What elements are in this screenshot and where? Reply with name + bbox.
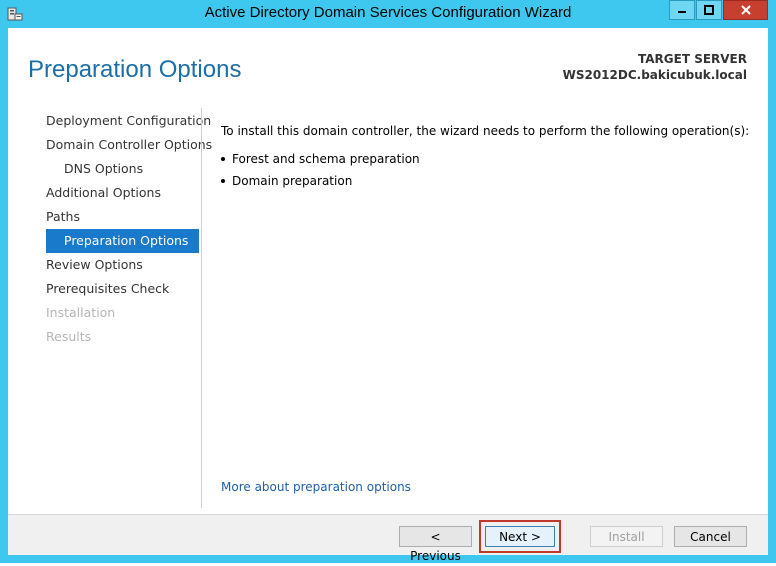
minimize-icon bbox=[678, 11, 686, 13]
nav-item-preparation-options[interactable]: Preparation Options bbox=[46, 229, 199, 253]
wizard-footer: < Previous Next > Install Cancel bbox=[8, 514, 768, 563]
target-server-label: TARGET SERVER bbox=[638, 52, 747, 66]
nav-item-paths[interactable]: Paths bbox=[46, 205, 199, 229]
nav-item-deployment-configuration[interactable]: Deployment Configuration bbox=[46, 109, 211, 133]
minimize-button[interactable] bbox=[669, 0, 695, 20]
next-button[interactable]: Next > bbox=[485, 526, 555, 547]
content-pane: To install this domain controller, the w… bbox=[221, 124, 751, 192]
operations-list: Forest and schema preparation Domain pre… bbox=[221, 148, 751, 192]
close-icon bbox=[740, 5, 751, 15]
previous-button[interactable]: < Previous bbox=[399, 526, 472, 563]
close-button[interactable] bbox=[723, 0, 768, 20]
cancel-button[interactable]: Cancel bbox=[674, 526, 747, 547]
nav-item-results: Results bbox=[46, 329, 92, 344]
target-server-name: WS2012DC.bakicubuk.local bbox=[562, 68, 747, 82]
nav-item-dns-options[interactable]: DNS Options bbox=[46, 157, 199, 181]
install-button: Install bbox=[590, 526, 663, 547]
nav-item-installation: Installation bbox=[46, 305, 116, 320]
wizard-window: Active Directory Domain Services Configu… bbox=[0, 0, 776, 563]
list-item: Forest and schema preparation bbox=[221, 148, 751, 170]
maximize-icon bbox=[704, 5, 714, 15]
nav-item-review-options[interactable]: Review Options bbox=[46, 253, 199, 277]
more-about-preparation-link[interactable]: More about preparation options bbox=[221, 480, 411, 494]
nav-item-additional-options[interactable]: Additional Options bbox=[46, 181, 199, 205]
maximize-button[interactable] bbox=[696, 0, 722, 20]
list-item: Domain preparation bbox=[221, 170, 751, 192]
wizard-client-area: Preparation Options TARGET SERVER WS2012… bbox=[8, 28, 768, 563]
operations-intro: To install this domain controller, the w… bbox=[221, 124, 750, 138]
title-bar[interactable]: Active Directory Domain Services Configu… bbox=[0, 0, 776, 28]
nav-divider bbox=[201, 108, 202, 508]
nav-item-prerequisites-check[interactable]: Prerequisites Check bbox=[46, 277, 199, 301]
wizard-nav: Deployment Configuration Domain Controll… bbox=[46, 109, 212, 349]
page-title: Preparation Options bbox=[28, 56, 242, 83]
nav-item-domain-controller-options[interactable]: Domain Controller Options bbox=[46, 133, 212, 157]
window-title: Active Directory Domain Services Configu… bbox=[204, 4, 572, 21]
window-controls bbox=[668, 0, 768, 20]
